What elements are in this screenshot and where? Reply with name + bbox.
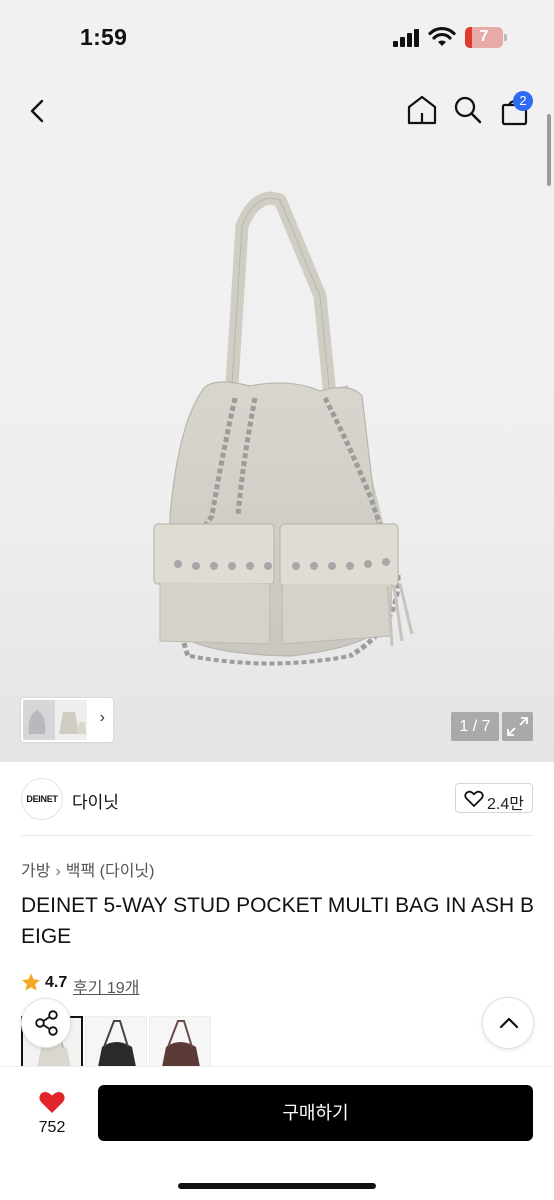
search-icon[interactable] [452,93,484,127]
wifi-icon [428,26,456,46]
review-count-link[interactable]: 후기 19개 [73,974,139,998]
breadcrumb-subcategory[interactable]: 백팩 (다이닛) [66,863,155,880]
status-time: 1:59 [80,24,128,50]
chevron-right-icon: › [55,863,61,880]
chevron-up-icon [499,1017,519,1029]
home-icon[interactable] [406,93,438,127]
home-indicator[interactable] [178,1183,376,1189]
battery-tip [504,34,507,41]
scroll-top-button[interactable] [482,997,534,1049]
cellular-signal-icon [393,29,423,47]
battery-icon: 7 [465,27,503,48]
rating-score: 4.7 [45,974,68,991]
image-counter: 1 / 7 [451,712,499,741]
star-icon [22,973,40,991]
wishlist-count: 752 [38,1119,66,1136]
variant-black[interactable] [85,1016,147,1068]
brand-like-count: 2.4만 [487,796,524,813]
gallery-thumbnails[interactable]: › [21,698,113,742]
product-image [153,191,414,666]
brand-name[interactable]: 다이닛 [72,788,119,813]
buy-button[interactable]: 구매하기 [98,1085,533,1141]
chevron-right-icon: › [99,709,105,726]
variant-brown[interactable] [149,1016,211,1068]
heart-outline-icon [464,790,484,807]
cart-count-badge: 2 [513,91,533,111]
heart-filled-icon [39,1092,65,1113]
wishlist-button[interactable]: 752 [30,1087,74,1137]
thumbnail-images [23,700,87,740]
scrollbar[interactable] [547,114,551,186]
status-bar: 1:59 7 [0,0,554,76]
product-image-gallery[interactable]: 2 › 1 / 7 [0,76,554,762]
brand-logo[interactable]: DEINET [21,778,63,820]
breadcrumb: 가방 › 백팩 (다이닛) [21,857,154,881]
bottom-action-bar: 752 구매하기 [0,1066,554,1200]
back-icon[interactable] [24,94,52,128]
product-title: DEINET 5-WAY STUD POCKET MULTI BAG IN AS… [21,894,535,948]
share-button[interactable] [21,998,71,1048]
battery-level: 7 [479,28,489,45]
brand-like-button[interactable]: 2.4만 [455,783,533,813]
share-icon [35,1010,58,1036]
breadcrumb-category[interactable]: 가방 [21,863,50,880]
expand-icon[interactable] [502,712,533,741]
divider [21,835,533,836]
